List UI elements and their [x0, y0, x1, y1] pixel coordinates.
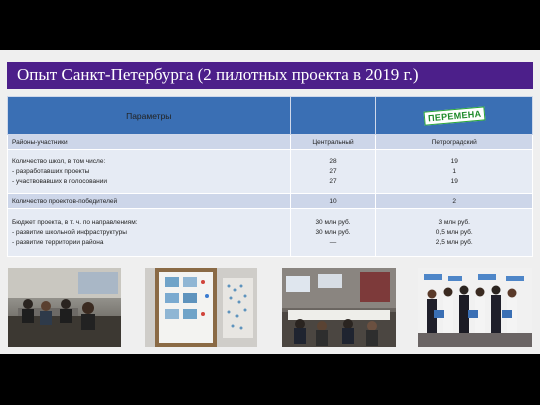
meeting-room-photo [282, 268, 396, 347]
header-petro: ПЕРЕМЕНА [375, 96, 533, 135]
voting-board-photo [145, 268, 257, 347]
title-bar: Опыт Санкт-Петербурга (2 пилотных проект… [7, 62, 533, 89]
row-petro: 3 млн руб. 0,5 млн руб. 2,5 млн руб. [375, 208, 533, 257]
row-label: Районы-участники [7, 134, 291, 150]
row-central: 30 млн руб. 30 млн руб. — [289, 208, 377, 257]
row-central: 28 27 27 [289, 149, 377, 194]
row-petro: 2 [375, 193, 533, 209]
slide-title: Опыт Санкт-Петербурга (2 пилотных проект… [17, 65, 419, 84]
row-label: Количество проектов-победителей [7, 193, 291, 209]
header-parameters: Параметры [7, 96, 291, 135]
classroom-photo [8, 268, 121, 347]
header-central [289, 96, 377, 135]
slide: Опыт Санкт-Петербурга (2 пилотных проект… [0, 50, 540, 354]
comparison-table: Параметры ПЕРЕМЕНА Районы-участники Цент… [7, 96, 533, 257]
row-central: Центральный [289, 134, 377, 150]
table-header: Параметры ПЕРЕМЕНА [7, 96, 533, 135]
peremena-logo: ПЕРЕМЕНА [423, 105, 486, 126]
row-label: Бюджет проекта, в т. ч. по направлениям:… [7, 208, 291, 257]
row-petro: Петроградский [375, 134, 533, 150]
table-row: Количество школ, в том числе: - разработ… [7, 149, 533, 194]
row-central: 10 [289, 193, 377, 209]
row-petro: 19 1 19 [375, 149, 533, 194]
table-row: Районы-участники Центральный Петроградск… [7, 134, 533, 150]
group-photo [418, 268, 532, 347]
table-row: Бюджет проекта, в т. ч. по направлениям:… [7, 208, 533, 257]
table-row: Количество проектов-победителей 10 2 [7, 193, 533, 209]
row-label: Количество школ, в том числе: - разработ… [7, 149, 291, 194]
